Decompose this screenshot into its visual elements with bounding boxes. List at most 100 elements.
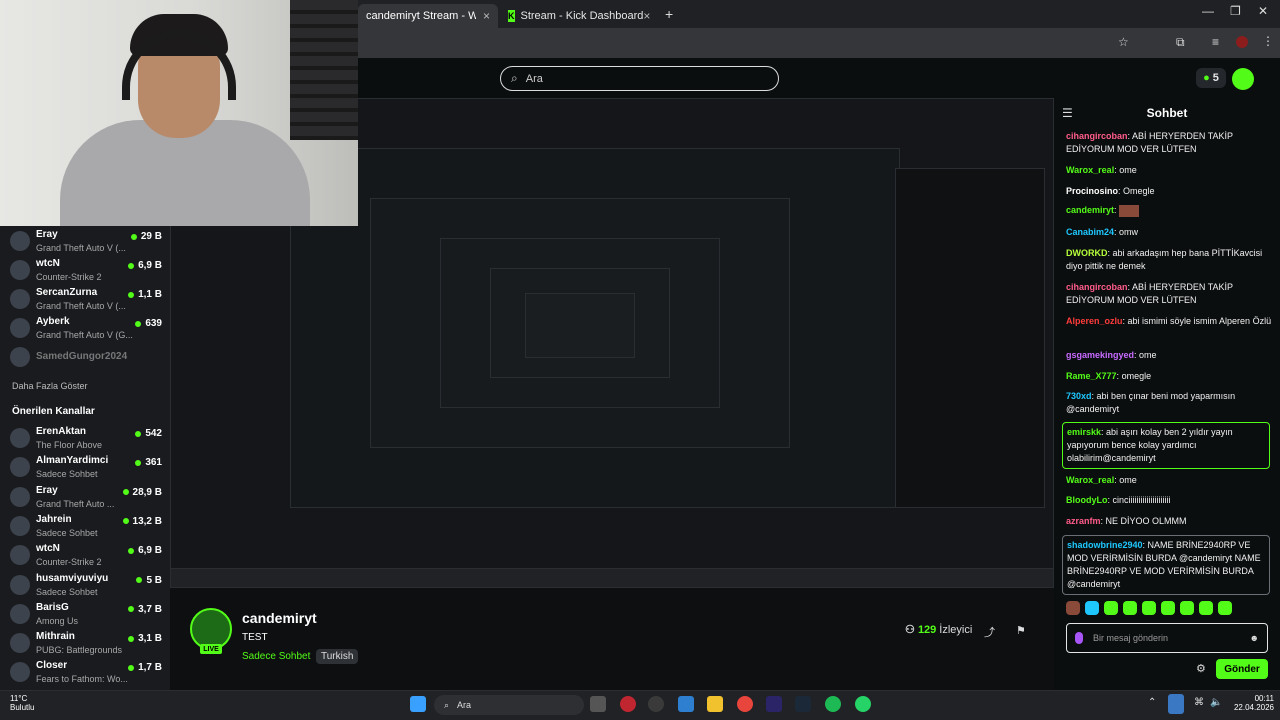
emote-icon[interactable] xyxy=(1218,601,1232,615)
steam-icon[interactable] xyxy=(795,696,811,712)
emote-icon[interactable] xyxy=(1180,601,1194,615)
viewer-count: 5 B xyxy=(136,575,162,586)
chat-username[interactable]: gsgamekingyed xyxy=(1066,350,1134,360)
tab-stream[interactable]: candemiryt Stream - Watch Liv × xyxy=(358,4,498,28)
clock-date: 22.04.2026 xyxy=(1233,703,1274,712)
menu-kebab-icon[interactable]: ⋮ xyxy=(1262,34,1274,48)
gear-icon[interactable]: ⚙ xyxy=(1196,662,1206,675)
viewer-count: ⚇ 129 İzleyici xyxy=(905,623,972,636)
chat-username[interactable]: emirskk xyxy=(1067,427,1101,437)
recommended-channel-item[interactable]: BarisG Among Us 3,7 B xyxy=(10,601,166,629)
close-window-icon[interactable]: ✕ xyxy=(1258,4,1268,18)
close-tab-icon[interactable]: × xyxy=(483,9,490,23)
network-icon[interactable]: ⌘ xyxy=(1194,697,1204,708)
volume-icon[interactable]: 🔈 xyxy=(1210,697,1222,708)
microphone-icon[interactable] xyxy=(1168,694,1184,714)
emote-icon[interactable] xyxy=(1066,601,1080,615)
opera-icon[interactable] xyxy=(620,696,636,712)
chat-username[interactable]: Warox_real xyxy=(1066,165,1114,175)
chat-message: cihangircoban: ABİ HERYERDEN TAKİP EDİYO… xyxy=(1066,281,1272,307)
chat-message: azranfm: NE DİYOO OLMMM xyxy=(1066,515,1272,528)
chat-username[interactable]: Warox_real xyxy=(1066,475,1114,485)
emoji-icon[interactable]: ☻ xyxy=(1250,633,1259,643)
windows-start-icon[interactable] xyxy=(410,696,426,712)
show-more-link[interactable]: Daha Fazla Göster xyxy=(12,381,88,391)
chat-message: Warox_real: ome xyxy=(1066,164,1272,177)
chat-username[interactable]: azranfm xyxy=(1066,516,1101,526)
recommended-channel-item[interactable]: Jahrein Sadece Sohbet 13,2 B xyxy=(10,513,166,541)
chat-username[interactable]: Canabim24 xyxy=(1066,227,1114,237)
channel-avatar xyxy=(10,318,30,338)
send-button[interactable]: Gönder xyxy=(1216,659,1268,679)
chat-input[interactable]: Bir mesaj gönderin ☻ xyxy=(1066,623,1268,653)
sidebar-channel-item[interactable]: Eray Grand Theft Auto V (... 29 B xyxy=(10,228,166,256)
sidebar-channel-item[interactable]: Ayberk Grand Theft Auto V (G... 639 xyxy=(10,315,166,343)
chat-username[interactable]: BloodyLo xyxy=(1066,495,1108,505)
stream-category[interactable]: Sadece Sohbet xyxy=(242,651,310,662)
emote-icon[interactable] xyxy=(1085,601,1099,615)
premiere-icon[interactable] xyxy=(766,696,782,712)
recommended-channel-item[interactable]: Eray Grand Theft Auto ... 28,9 B xyxy=(10,484,166,512)
recommended-channel-item[interactable]: husamviyuviyu Sadece Sohbet 5 B xyxy=(10,572,166,600)
app-icon[interactable] xyxy=(648,696,664,712)
weather-widget[interactable]: 11°C Bulutlu xyxy=(10,694,34,712)
maximize-icon[interactable]: ❐ xyxy=(1230,4,1241,18)
viewer-count: 28,9 B xyxy=(122,487,162,498)
emote-icon[interactable] xyxy=(1142,601,1156,615)
channel-avatar xyxy=(10,457,30,478)
close-tab-icon[interactable]: × xyxy=(643,9,650,23)
recommended-channel-item[interactable]: ErenAktan The Floor Above 542 xyxy=(10,425,166,453)
chat-username[interactable]: DWORKD xyxy=(1066,248,1108,258)
tab-dashboard[interactable]: K Stream - Kick Dashboard × xyxy=(500,4,658,28)
file-explorer-icon[interactable] xyxy=(707,696,723,712)
chat-text: Omegle xyxy=(1123,186,1155,196)
chat-username[interactable]: cihangircoban xyxy=(1066,282,1128,292)
channel-avatar xyxy=(10,574,30,595)
channel-name: Ayberk xyxy=(36,316,70,327)
photos-icon[interactable] xyxy=(678,696,694,712)
recommended-channel-item[interactable]: Closer Fears to Fathom: Wo... 1,7 B xyxy=(10,659,166,687)
chat-username[interactable]: shadowbrine2940 xyxy=(1067,540,1143,550)
emote-icon[interactable] xyxy=(1123,601,1137,615)
taskbar-search[interactable]: ⌕ Ara xyxy=(434,695,584,715)
sidebar-channel-item[interactable]: wtcN Counter-Strike 2 6,9 B xyxy=(10,257,166,285)
bookmark-star-icon[interactable]: ☆ xyxy=(1118,35,1129,49)
live-dot-icon xyxy=(128,606,135,613)
channel-category: Grand Theft Auto V (... xyxy=(36,301,126,311)
chat-username[interactable]: 730xd xyxy=(1066,391,1092,401)
recommended-channel-item[interactable]: AlmanYardimci Sadece Sohbet 361 xyxy=(10,454,166,482)
recommended-channel-item[interactable]: Mithrain PUBG: Battlegrounds 3,1 B xyxy=(10,630,166,658)
chrome-icon[interactable] xyxy=(737,696,753,712)
chat-username[interactable]: Rame_X777 xyxy=(1066,371,1117,381)
share-icon[interactable]: ⤴ xyxy=(984,624,995,640)
kick-points-badge[interactable]: ● 5 xyxy=(1196,68,1226,88)
channel-name[interactable]: candemiryt xyxy=(242,610,317,626)
recommended-channel-item[interactable]: wtcN Counter-Strike 2 6,9 B xyxy=(10,542,166,570)
channel-name: wtcN xyxy=(36,258,60,269)
user-avatar[interactable] xyxy=(1232,68,1254,90)
whatsapp-icon[interactable] xyxy=(855,696,871,712)
sidebar-channel-item[interactable]: SercanZurna Grand Theft Auto V (... 1,1 B xyxy=(10,286,166,314)
chat-username[interactable]: Procinosino xyxy=(1066,186,1118,196)
chat-username[interactable]: Alperen_ozlu xyxy=(1066,316,1123,326)
chat-username[interactable]: cihangircoban xyxy=(1066,131,1128,141)
extensions-icon[interactable]: ⧉ xyxy=(1176,35,1185,50)
task-view-icon[interactable] xyxy=(590,696,606,712)
search-input[interactable]: ⌕ Ara xyxy=(500,66,779,91)
follow-icon[interactable]: ⚑ xyxy=(1016,624,1026,637)
live-dot-icon xyxy=(122,518,129,525)
emote-icon[interactable] xyxy=(1104,601,1118,615)
spotify-icon[interactable] xyxy=(825,696,841,712)
emote-icon[interactable] xyxy=(1161,601,1175,615)
profile-avatar[interactable] xyxy=(1236,36,1248,48)
chat-username[interactable]: candemiryt xyxy=(1066,205,1114,215)
clock[interactable]: 00:11 22.04.2026 xyxy=(1228,694,1274,712)
tray-chevron-icon[interactable]: ⌃ xyxy=(1148,697,1156,708)
viewer-number: 542 xyxy=(145,428,162,439)
media-icon[interactable]: ≡ xyxy=(1212,35,1219,49)
emote-icon[interactable] xyxy=(1199,601,1213,615)
new-tab-icon[interactable]: + xyxy=(665,6,673,22)
minimize-icon[interactable]: — xyxy=(1202,4,1214,18)
language-tag[interactable]: Turkish xyxy=(316,649,359,664)
sidebar-channel-item[interactable]: SamedGungor2024 xyxy=(10,344,166,372)
